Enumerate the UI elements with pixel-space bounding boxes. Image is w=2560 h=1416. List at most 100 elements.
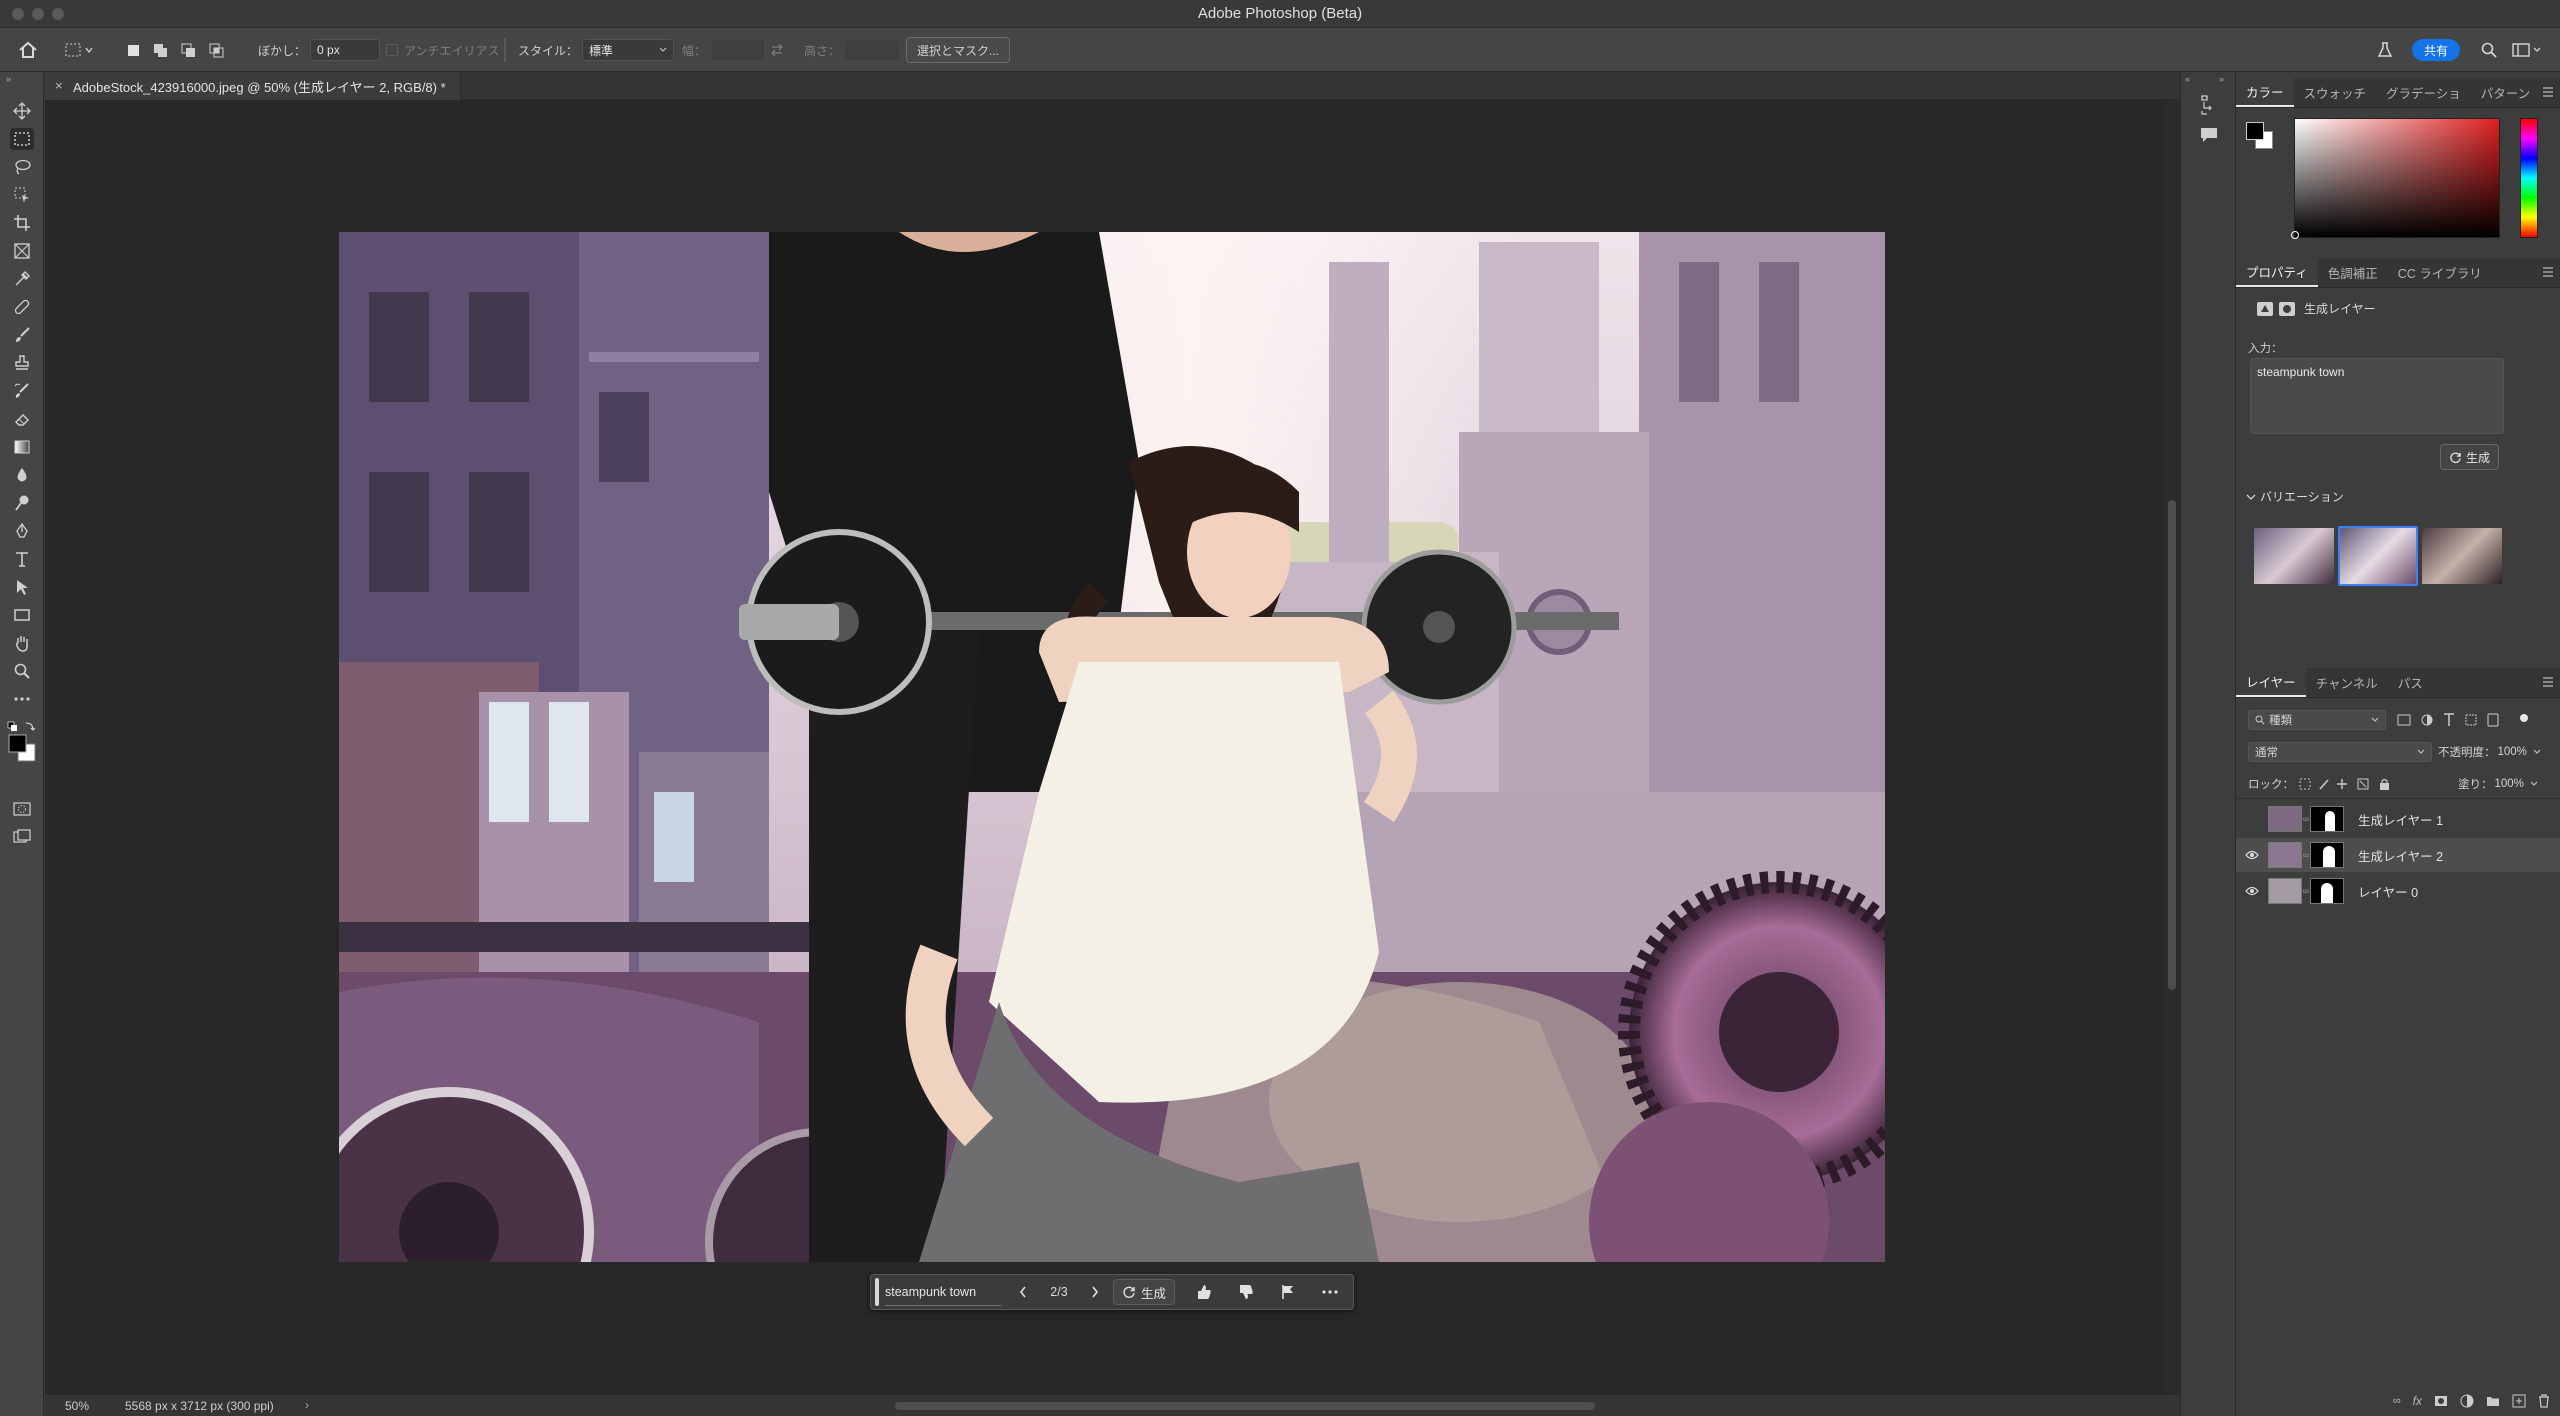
opacity-value[interactable]: 100% [2498, 746, 2527, 758]
thumbs-down-button[interactable] [1233, 1284, 1259, 1300]
generate-button[interactable]: 生成 [1113, 1279, 1176, 1305]
style-select[interactable]: 標準 [582, 39, 675, 61]
more-options-button[interactable] [1317, 1290, 1343, 1294]
healing-brush-tool[interactable] [10, 296, 34, 318]
beta-labs-button[interactable] [2376, 28, 2394, 72]
folder-icon[interactable] [2486, 1395, 2500, 1407]
trash-icon[interactable] [2538, 1394, 2550, 1408]
lasso-tool[interactable] [10, 156, 34, 178]
dodge-tool[interactable] [10, 492, 34, 514]
zoom-window-button[interactable] [52, 8, 64, 20]
blend-mode-select[interactable]: 通常 [2248, 742, 2432, 762]
selection-mode-icons[interactable] [124, 40, 236, 60]
panel-menu-icon[interactable] [2542, 87, 2554, 97]
color-swatches[interactable] [6, 720, 38, 764]
history-panel-button[interactable] [2199, 94, 2219, 116]
screen-mode-button[interactable] [10, 826, 34, 848]
swap-dimensions-button[interactable] [770, 28, 784, 72]
crop-tool[interactable] [10, 212, 34, 234]
report-button[interactable] [1275, 1284, 1301, 1300]
tab-color[interactable]: カラー [2236, 77, 2294, 107]
tab-channels[interactable]: チャンネル [2306, 667, 2388, 697]
prompt-textarea[interactable]: steampunk town [2250, 358, 2504, 434]
chain-link-icon[interactable]: ∞ [2302, 886, 2310, 896]
clone-stamp-tool[interactable] [10, 352, 34, 374]
tab-gradients[interactable]: グラデーショ [2376, 77, 2471, 107]
chain-link-icon[interactable]: ∞ [2302, 814, 2310, 824]
height-input[interactable] [844, 39, 901, 61]
panel-menu-icon[interactable] [2542, 677, 2554, 687]
tab-adjustments[interactable]: 色調補正 [2318, 257, 2388, 287]
layer-row[interactable]: ∞ 生成レイヤー 1 [2236, 802, 2560, 836]
visibility-toggle[interactable] [2236, 886, 2268, 896]
chevron-down-icon[interactable] [2530, 781, 2538, 787]
zoom-tool[interactable] [10, 660, 34, 682]
comments-panel-button[interactable] [2199, 126, 2219, 144]
type-tool[interactable] [10, 548, 34, 570]
status-menu-arrow-icon[interactable]: › [305, 1398, 309, 1412]
chevron-down-icon[interactable] [2533, 749, 2541, 755]
zoom-level[interactable]: 50% [65, 1399, 89, 1413]
eyedropper-tool[interactable] [10, 268, 34, 290]
select-and-mask-button[interactable]: 選択とマスク... [906, 37, 1011, 63]
history-brush-tool[interactable] [10, 380, 34, 402]
layer-style-icon[interactable]: fx [2413, 1394, 2422, 1408]
minimize-window-button[interactable] [32, 8, 44, 20]
properties-generate-button[interactable]: 生成 [2440, 444, 2500, 470]
antialias-checkbox[interactable] [386, 44, 398, 56]
rectangle-tool[interactable] [10, 604, 34, 626]
home-button[interactable] [18, 28, 38, 72]
share-button[interactable]: 共有 [2412, 39, 2461, 61]
object-selection-tool[interactable] [10, 184, 34, 206]
fg-bg-color-picker[interactable] [2246, 122, 2276, 152]
previous-variation-button[interactable] [1011, 1278, 1035, 1306]
close-window-button[interactable] [12, 8, 24, 20]
gradient-tool[interactable] [10, 436, 34, 458]
add-mask-icon[interactable] [2434, 1395, 2448, 1407]
move-tool[interactable] [10, 100, 34, 122]
tab-swatches[interactable]: スウォッチ [2294, 77, 2377, 107]
hue-slider[interactable] [2520, 118, 2538, 238]
scroll-thumb[interactable] [2168, 500, 2176, 990]
chain-link-icon[interactable]: ∞ [2302, 850, 2310, 860]
collapse-left-icon[interactable]: « [2185, 74, 2190, 84]
blur-tool[interactable] [10, 464, 34, 486]
horizontal-scroll-thumb[interactable] [895, 1402, 1595, 1410]
layer-row[interactable]: ∞ 生成レイヤー 2 [2236, 838, 2560, 872]
filter-type-icons[interactable] [2396, 710, 2546, 730]
visibility-toggle[interactable] [2236, 850, 2268, 860]
foreground-color-swatch[interactable] [2246, 122, 2264, 140]
adjustment-layer-icon[interactable] [2460, 1394, 2474, 1408]
tab-paths[interactable]: パス [2388, 667, 2433, 697]
path-selection-tool[interactable] [10, 576, 34, 598]
fill-value[interactable]: 100% [2495, 778, 2524, 790]
brush-tool[interactable] [10, 324, 34, 346]
frame-tool[interactable] [10, 240, 34, 262]
drag-handle[interactable] [875, 1278, 879, 1306]
vertical-scrollbar[interactable] [2164, 100, 2180, 1396]
more-tools-button[interactable] [10, 688, 34, 710]
panel-menu-icon[interactable] [2542, 267, 2554, 277]
layer-filter-select[interactable]: 種類 [2248, 710, 2386, 730]
collapse-right-icon[interactable]: » [2219, 74, 2224, 84]
eraser-tool[interactable] [10, 408, 34, 430]
document-canvas[interactable] [339, 232, 1885, 1262]
search-button[interactable] [2480, 28, 2498, 72]
color-field[interactable] [2291, 118, 2500, 239]
tab-properties[interactable]: プロパティ [2236, 257, 2318, 287]
width-input[interactable] [710, 39, 767, 61]
next-variation-button[interactable] [1083, 1278, 1107, 1306]
prompt-field[interactable]: steampunk town [885, 1278, 1001, 1306]
layer-row[interactable]: ∞ レイヤー 0 [2236, 874, 2560, 908]
variation-thumbnail-2[interactable] [2338, 526, 2418, 586]
variation-thumbnail-3[interactable] [2422, 528, 2502, 584]
variations-header[interactable]: バリエーション [2246, 488, 2344, 505]
close-tab-icon[interactable]: × [55, 78, 63, 93]
rectangular-marquee-tool[interactable] [10, 128, 34, 150]
quick-mask-button[interactable] [10, 798, 34, 820]
link-layers-icon[interactable]: ∞ [2393, 1395, 2401, 1407]
feather-input[interactable]: 0 px [310, 39, 381, 61]
workspace-switcher[interactable] [2512, 28, 2542, 72]
color-cursor[interactable] [2291, 231, 2299, 239]
collapse-toolbar-icon[interactable]: » [6, 74, 11, 84]
